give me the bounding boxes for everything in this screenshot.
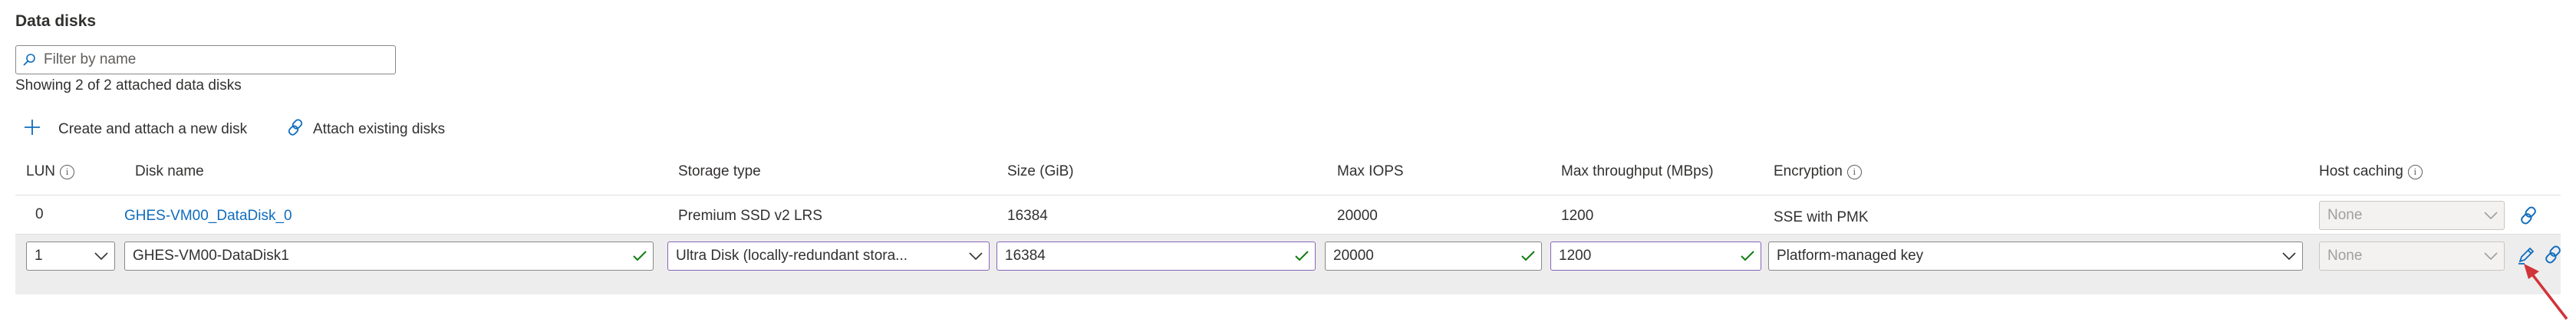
chevron-down-icon xyxy=(2478,252,2504,260)
checkmark-icon xyxy=(1515,250,1541,262)
info-icon[interactable]: i xyxy=(60,164,75,179)
row-1-encryption-value: Platform-managed key xyxy=(1777,248,1924,264)
annotation-arrow-icon xyxy=(2524,264,2568,320)
row-1-host-caching-select[interactable]: None xyxy=(2319,242,2505,271)
search-icon xyxy=(16,53,42,67)
add-icon xyxy=(23,118,49,141)
header-divider xyxy=(15,195,2561,196)
filter-input[interactable] xyxy=(42,51,383,69)
row-1-disk-name-value: GHES-VM00-DataDisk1 xyxy=(133,248,289,264)
chevron-down-icon xyxy=(2478,212,2504,219)
info-icon[interactable]: i xyxy=(2407,164,2423,179)
row-1-max-throughput-value: 1200 xyxy=(1559,248,1592,264)
row-0-lun: 0 xyxy=(35,206,44,222)
row-1-lun-value: 1 xyxy=(35,248,43,264)
column-header-disk-name: Disk name xyxy=(135,163,204,179)
checkmark-icon xyxy=(1289,250,1315,262)
row-1-lun-select[interactable]: 1 xyxy=(26,242,115,271)
row-0-size: 16384 xyxy=(1007,208,1048,224)
row-0-encryption: SSE with PMK xyxy=(1774,209,1869,225)
attach-existing-disks-button[interactable]: Attach existing disks xyxy=(285,117,445,143)
column-header-encryption: Encryption i xyxy=(1774,163,1862,180)
row-0-storage-type: Premium SSD v2 LRS xyxy=(678,208,822,224)
chevron-down-icon xyxy=(2276,252,2302,260)
column-header-size: Size (GiB) xyxy=(1007,163,1074,179)
column-header-host-caching: Host caching i xyxy=(2319,163,2423,180)
row-1-storage-type-select[interactable]: Ultra Disk (locally-redundant stora... xyxy=(667,242,990,271)
row-0-max-throughput: 1200 xyxy=(1561,208,1594,224)
column-header-lun-label: LUN xyxy=(26,163,56,179)
create-attach-disk-label: Create and attach a new disk xyxy=(58,121,248,137)
column-header-encryption-label: Encryption xyxy=(1774,163,1843,179)
row-1-size-input[interactable]: 16384 xyxy=(996,242,1316,271)
row-1-max-iops-input[interactable]: 20000 xyxy=(1325,242,1542,271)
column-header-max-iops: Max IOPS xyxy=(1337,163,1404,179)
row-0-detach-icon[interactable] xyxy=(2517,204,2540,227)
column-header-max-throughput: Max throughput (MBps) xyxy=(1561,163,1714,179)
filter-box[interactable] xyxy=(15,45,396,74)
attach-link-icon xyxy=(285,117,313,142)
row-1-max-iops-value: 20000 xyxy=(1333,248,1374,264)
chevron-down-icon xyxy=(963,252,989,260)
row-1-host-caching-value: None xyxy=(2327,248,2363,264)
row-1-disk-name-input[interactable]: GHES-VM00-DataDisk1 xyxy=(124,242,654,271)
row-0-max-iops: 20000 xyxy=(1337,208,1378,224)
row-0-host-caching-select[interactable]: None xyxy=(2319,201,2505,230)
column-header-storage-type: Storage type xyxy=(678,163,761,179)
disk-count-summary: Showing 2 of 2 attached data disks xyxy=(15,77,242,94)
chevron-down-icon xyxy=(88,252,114,260)
row-1-storage-type-value: Ultra Disk (locally-redundant stora... xyxy=(676,248,908,264)
row-0-disk-name-link[interactable]: GHES-VM00_DataDisk_0 xyxy=(124,208,292,225)
row-1-max-throughput-input[interactable]: 1200 xyxy=(1550,242,1761,271)
attach-existing-disks-label: Attach existing disks xyxy=(313,121,446,137)
info-icon[interactable]: i xyxy=(1846,164,1862,179)
create-attach-disk-button[interactable]: Create and attach a new disk xyxy=(23,117,247,143)
column-header-host-caching-label: Host caching xyxy=(2319,163,2403,179)
row-0-host-caching-value: None xyxy=(2327,207,2363,223)
checkmark-icon xyxy=(627,250,653,262)
section-title: Data disks xyxy=(15,12,97,30)
checkmark-icon xyxy=(1734,250,1761,262)
row-1-encryption-select[interactable]: Platform-managed key xyxy=(1768,242,2303,271)
row-1-size-value: 16384 xyxy=(1005,248,1046,264)
column-header-lun: LUN i xyxy=(26,163,75,180)
